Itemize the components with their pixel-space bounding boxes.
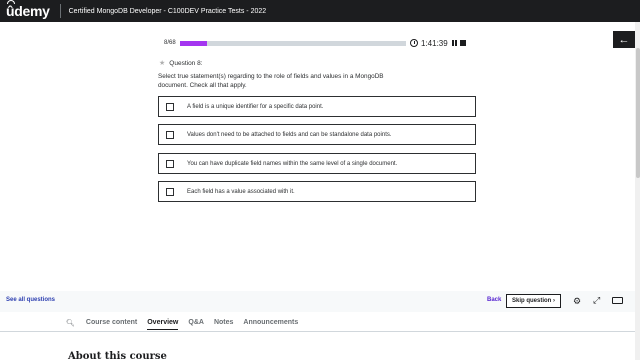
tabs-divider	[0, 331, 635, 332]
answer-option-4[interactable]: Each field has a value associated with i…	[158, 181, 476, 202]
see-all-questions-link[interactable]: See all questions	[6, 297, 55, 303]
tab-notes[interactable]: Notes	[214, 316, 233, 329]
answer-option-1[interactable]: A field is a unique identifier for a spe…	[158, 96, 476, 117]
scrollbar-thumb[interactable]	[636, 48, 640, 178]
udemy-logo[interactable]: ûdemy	[6, 0, 50, 19]
checkbox[interactable]	[166, 159, 174, 168]
sidebar-toggle-button[interactable]: ←	[613, 31, 635, 48]
checkbox[interactable]	[166, 187, 174, 196]
gear-icon[interactable]: ⚙	[573, 296, 581, 307]
expand-icon[interactable]: ⤢	[593, 295, 600, 306]
stop-icon[interactable]	[460, 40, 467, 46]
tab-course-content[interactable]: Course content	[86, 316, 137, 329]
about-heading: About this course	[68, 351, 167, 360]
progress-bar	[180, 40, 406, 46]
answer-option-text: A field is a unique identifier for a spe…	[187, 103, 324, 110]
progress-bar-fill	[180, 40, 207, 46]
scrollbar[interactable]	[635, 22, 640, 360]
question-label: ★ Question 8:	[159, 59, 203, 68]
answer-option-text: Each field has a value associated with i…	[187, 188, 295, 195]
quiz-progress: 8/68 1:41:39	[164, 37, 476, 49]
keyboard-icon[interactable]	[612, 297, 623, 304]
answer-option-3[interactable]: You can have duplicate field names withi…	[158, 153, 476, 174]
header-divider	[59, 4, 61, 18]
pause-icon[interactable]	[451, 40, 458, 46]
skip-question-button[interactable]: Skip question ›	[506, 294, 561, 308]
progress-count: 8/68	[164, 40, 176, 46]
question-text: Select true statement(s) regarding to th…	[158, 73, 384, 89]
skip-question-label: Skip question	[511, 298, 552, 304]
tab-overview[interactable]: Overview	[147, 316, 179, 330]
back-button[interactable]: Back	[487, 297, 501, 303]
arrow-left-icon: ←	[618, 33, 630, 46]
top-bar: ûdemy Certified MongoDB Developer - C100…	[0, 0, 640, 22]
answer-option-text: You can have duplicate field names withi…	[187, 160, 398, 167]
checkbox[interactable]	[166, 130, 174, 139]
tab-announcements[interactable]: Announcements	[243, 316, 298, 329]
search-icon[interactable]: 🔍︎	[66, 319, 75, 327]
course-title[interactable]: Certified MongoDB Developer - C100DEV Pr…	[69, 8, 267, 15]
course-tabs: 🔍︎ Course content Overview Q&A Notes Ann…	[66, 314, 308, 331]
clock-icon	[410, 39, 418, 47]
checkbox[interactable]	[166, 102, 174, 111]
star-icon[interactable]: ★	[159, 59, 165, 67]
answer-option-2[interactable]: Values don't need to be attached to fiel…	[158, 124, 476, 145]
timer-readout: 1:41:39	[421, 38, 448, 48]
question-number: Question 8:	[169, 59, 203, 67]
tab-qa[interactable]: Q&A	[188, 316, 204, 329]
answer-option-text: Values don't need to be attached to fiel…	[187, 131, 392, 138]
chevron-right-icon: ›	[553, 298, 555, 304]
